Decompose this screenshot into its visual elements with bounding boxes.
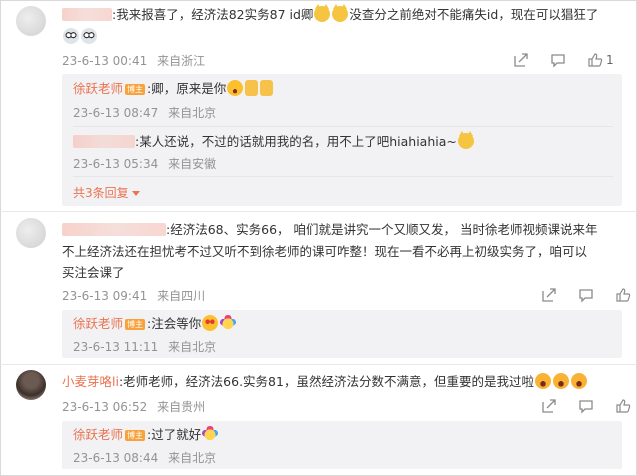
thumbs-up-emoji-icon: [245, 80, 259, 96]
comment-actions: [541, 398, 631, 414]
comment-time: 23-6-13 06:52: [62, 400, 148, 414]
surprised-emoji-icon: [227, 80, 244, 96]
comment-text-continued: 不上经济法还在担忧考不过又听不到徐老师的课可咋整！现在一看不必再上初级实务了，咱…: [62, 244, 588, 259]
reply-text: 徐跃老师 博主:注会等你: [73, 313, 237, 334]
avatar[interactable]: [16, 218, 46, 248]
comment-emoji-line: [62, 26, 98, 47]
username[interactable]: 小麦芽咯li: [62, 374, 119, 389]
comment-actions: 1: [513, 52, 614, 68]
reply-location: 来自北京: [168, 340, 217, 354]
avatar[interactable]: [16, 370, 46, 400]
reply-time: 23-6-13 08:44: [73, 451, 159, 465]
like-button[interactable]: 1: [587, 52, 614, 68]
reply-text: 徐跃老师 博主:过了就好: [73, 424, 219, 445]
flower-emoji-icon: [202, 426, 219, 442]
comment-meta: 23-6-13 00:41 来自浙江: [62, 52, 205, 69]
reply-text: :某人还说，不过的话就用我的名，用不上了吧hiahiahia~: [73, 131, 475, 152]
comment-time: 23-6-13 09:41: [62, 289, 148, 303]
reply-location: 来自北京: [168, 451, 217, 465]
comment-icon[interactable]: [578, 398, 594, 414]
thumbs-up-icon[interactable]: [615, 398, 631, 414]
chevron-down-icon: [131, 191, 140, 196]
comment-icon[interactable]: [550, 52, 566, 68]
thumbs-up-icon[interactable]: [615, 287, 631, 303]
screaming-emoji-icon: [570, 373, 587, 389]
screaming-emoji-icon: [534, 373, 551, 389]
reply-time: 23-6-13 11:11: [73, 340, 159, 354]
comment-divider: [0, 364, 637, 365]
reply-location: 来自安徽: [168, 157, 217, 171]
comment-text: :经济法68、实务66， 咱们就是讲究一个又顺又发， 当时徐老师视频课说来年: [62, 219, 597, 240]
flower-emoji-icon: [220, 315, 237, 331]
share-icon[interactable]: [541, 398, 557, 414]
reply-divider: [73, 176, 613, 177]
cat-emoji-icon: [457, 131, 474, 149]
comment-text-continued: 买注会课了: [62, 265, 125, 280]
avatar[interactable]: [16, 6, 46, 36]
blogger-badge: 博主: [125, 319, 146, 330]
reply-meta: 23-6-13 11:11 来自北京: [73, 338, 216, 355]
comment-location: 来自贵州: [157, 400, 206, 414]
share-icon[interactable]: [541, 287, 557, 303]
reply-author[interactable]: 徐跃老师: [73, 427, 123, 442]
blogger-badge: 博主: [125, 430, 146, 441]
reply-time: 23-6-13 05:34: [73, 157, 159, 171]
comment-actions: [541, 287, 631, 303]
cat-emoji-icon: [314, 4, 331, 22]
comment-divider: [0, 211, 637, 212]
username[interactable]: [62, 8, 112, 21]
reply-meta: 23-6-13 08:47 来自北京: [73, 104, 216, 121]
reply-author[interactable]: [73, 135, 135, 148]
comment-location: 来自四川: [157, 289, 206, 303]
comment-location: 来自浙江: [157, 54, 206, 68]
crying-emoji-icon: [63, 28, 79, 44]
reply-text: 徐跃老师 博主:卿，原来是你: [73, 78, 274, 99]
comment-meta: 23-6-13 06:52 来自贵州: [62, 398, 205, 415]
comment-icon[interactable]: [578, 287, 594, 303]
reply-meta: 23-6-13 05:34 来自安徽: [73, 155, 216, 172]
comment-meta: 23-6-13 09:41 来自四川: [62, 287, 205, 304]
comment-text: :我来报喜了，经济法82实务87 id卿 没查分之前绝对不能痛失id，现在可以猖狂…: [62, 4, 598, 25]
crying-emoji-icon: [81, 28, 97, 44]
reply-author[interactable]: 徐跃老师: [73, 316, 123, 331]
thumbs-up-icon: [588, 53, 603, 67]
reply-location: 来自北京: [168, 106, 217, 120]
like-count: 1: [606, 53, 614, 67]
comment-text: 小麦芽咯li:老师老师，经济法66.实务81，虽然经济法分数不满意，但重要的是我…: [62, 371, 588, 392]
screaming-emoji-icon: [552, 373, 569, 389]
reply-divider: [73, 126, 613, 127]
username[interactable]: [62, 223, 166, 236]
cat-emoji-icon: [332, 4, 349, 22]
thumbs-up-emoji-icon: [260, 80, 274, 96]
reply-author[interactable]: 徐跃老师: [73, 81, 123, 96]
reply-time: 23-6-13 08:47: [73, 106, 159, 120]
reply-meta: 23-6-13 08:44 来自北京: [73, 449, 216, 466]
blogger-badge: 博主: [125, 84, 146, 95]
more-replies-link[interactable]: 共3条回复: [73, 184, 140, 201]
heart-eyes-emoji-icon: [202, 315, 219, 331]
share-icon[interactable]: [513, 52, 529, 68]
comment-time: 23-6-13 00:41: [62, 54, 148, 68]
